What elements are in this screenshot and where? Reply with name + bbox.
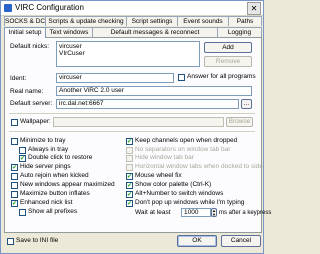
real-name-label: Real name: <box>10 88 44 95</box>
remove-nick-button[interactable]: Remove <box>204 56 252 67</box>
option-checkbox[interactable]: ✔ <box>11 164 18 171</box>
option-checkbox[interactable] <box>11 173 18 180</box>
answer-all-programs-label: Answer for all programs <box>187 73 256 80</box>
option-label: Horizontal window tabs when docked to si… <box>135 163 263 170</box>
option-label: Minimize to tray <box>20 137 66 144</box>
default-nicks-list[interactable]: vircuser VIrCuser <box>56 41 200 67</box>
tab-event-sounds[interactable]: Event sounds <box>177 16 229 26</box>
option-checkbox[interactable]: ✔ <box>126 182 133 189</box>
tab-paths[interactable]: Paths <box>228 16 262 26</box>
option-label: Show all prefixes <box>28 208 78 215</box>
window-title: VIRC Configuration <box>15 3 84 12</box>
list-item[interactable]: VIrCuser <box>59 50 197 57</box>
save-ini-label: Save to INI file <box>16 237 59 244</box>
typing-wait-input[interactable]: 1000 <box>181 208 211 217</box>
tab-default-messages-reconnect[interactable]: Default messages & reconnect <box>92 27 218 37</box>
option-label: Double click to restore <box>28 154 93 161</box>
option-label: No separators on window tab bar <box>135 146 231 153</box>
option-label: Enhanced nick list <box>20 199 73 206</box>
option-label: Show color palette (Ctrl-K) <box>135 181 212 188</box>
answer-all-programs-checkbox[interactable] <box>178 74 185 81</box>
option-label: Keep channels open when dropped <box>135 137 238 144</box>
typing-wait-suffix: ms after a keypress <box>219 210 272 216</box>
default-server-label: Default server: <box>10 100 53 107</box>
option-label: Auto rejoin when kicked <box>20 172 89 179</box>
save-ini-checkbox[interactable] <box>7 238 14 245</box>
option-checkbox[interactable] <box>126 155 133 162</box>
option-checkbox[interactable] <box>19 209 26 216</box>
option-checkbox[interactable]: ✔ <box>126 200 133 207</box>
option-label: Hide server pings <box>20 163 71 170</box>
option-checkbox[interactable]: ✔ <box>126 138 133 145</box>
ident-label: Ident: <box>10 75 27 82</box>
real-name-input[interactable]: Another ViRC 2.0 user <box>56 86 252 96</box>
cancel-button[interactable]: Cancel <box>221 235 261 247</box>
wallpaper-label: Wallpaper: <box>20 118 51 125</box>
option-checkbox[interactable] <box>11 182 18 189</box>
option-checkbox[interactable]: ✔ <box>126 191 133 198</box>
default-nicks-label: Default nicks: <box>10 43 50 50</box>
initial-setup-panel: Default nicks: vircuser VIrCuser Add Rem… <box>4 37 271 233</box>
option-label: Alt+Number to switch windows <box>135 190 224 197</box>
wallpaper-checkbox[interactable] <box>11 119 18 126</box>
close-window-button[interactable]: ✕ <box>247 2 261 15</box>
option-label: New windows appear maximized <box>20 181 115 188</box>
typing-wait-prefix: Wait at least <box>135 209 171 216</box>
option-label: Maximize button inflates <box>20 190 90 197</box>
ok-button[interactable]: OK <box>177 235 217 247</box>
app-icon <box>4 4 12 12</box>
ident-input[interactable]: vircuser <box>56 73 174 83</box>
option-checkbox[interactable] <box>19 147 26 154</box>
default-server-input[interactable]: irc.dal.net:6667 <box>56 99 239 109</box>
option-label: Hide window tab bar <box>135 154 194 161</box>
option-checkbox[interactable]: ✔ <box>126 173 133 180</box>
tab-script-settings[interactable]: Script settings <box>126 16 178 26</box>
tab-initial-setup[interactable]: Initial setup <box>4 27 46 38</box>
option-checkbox[interactable] <box>126 164 133 171</box>
server-browse-button[interactable]: ... <box>241 99 252 109</box>
wallpaper-input[interactable] <box>53 117 224 127</box>
wallpaper-browse-button[interactable]: Browse <box>226 117 253 127</box>
typing-wait-spinner[interactable]: ▲ ▼ <box>211 208 217 217</box>
option-label: Don't pop up windows while I'm typing <box>135 199 245 206</box>
option-label: Mouse wheel fix <box>135 172 182 179</box>
option-checkbox[interactable] <box>11 138 18 145</box>
tab-text-windows[interactable]: Text windows <box>45 27 93 37</box>
option-checkbox[interactable] <box>126 147 133 154</box>
divider <box>9 113 255 115</box>
tab-socks-dcc[interactable]: SOCKS & DCC <box>4 16 46 26</box>
option-label: Always in tray <box>28 146 69 153</box>
tab-scripts-update[interactable]: Scripts & update checking <box>45 16 127 26</box>
divider <box>9 131 255 133</box>
option-checkbox[interactable] <box>11 191 18 198</box>
option-checkbox[interactable]: ✔ <box>11 200 18 207</box>
tab-logging[interactable]: Logging <box>217 27 262 37</box>
list-item[interactable]: vircuser <box>59 43 197 50</box>
option-checkbox[interactable]: ✔ <box>19 155 26 162</box>
title-bar: VIRC Configuration ✕ <box>1 1 263 16</box>
virc-configuration-window: VIRC Configuration ✕ SOCKS & DCC Scripts… <box>0 0 271 254</box>
add-nick-button[interactable]: Add <box>204 42 252 53</box>
